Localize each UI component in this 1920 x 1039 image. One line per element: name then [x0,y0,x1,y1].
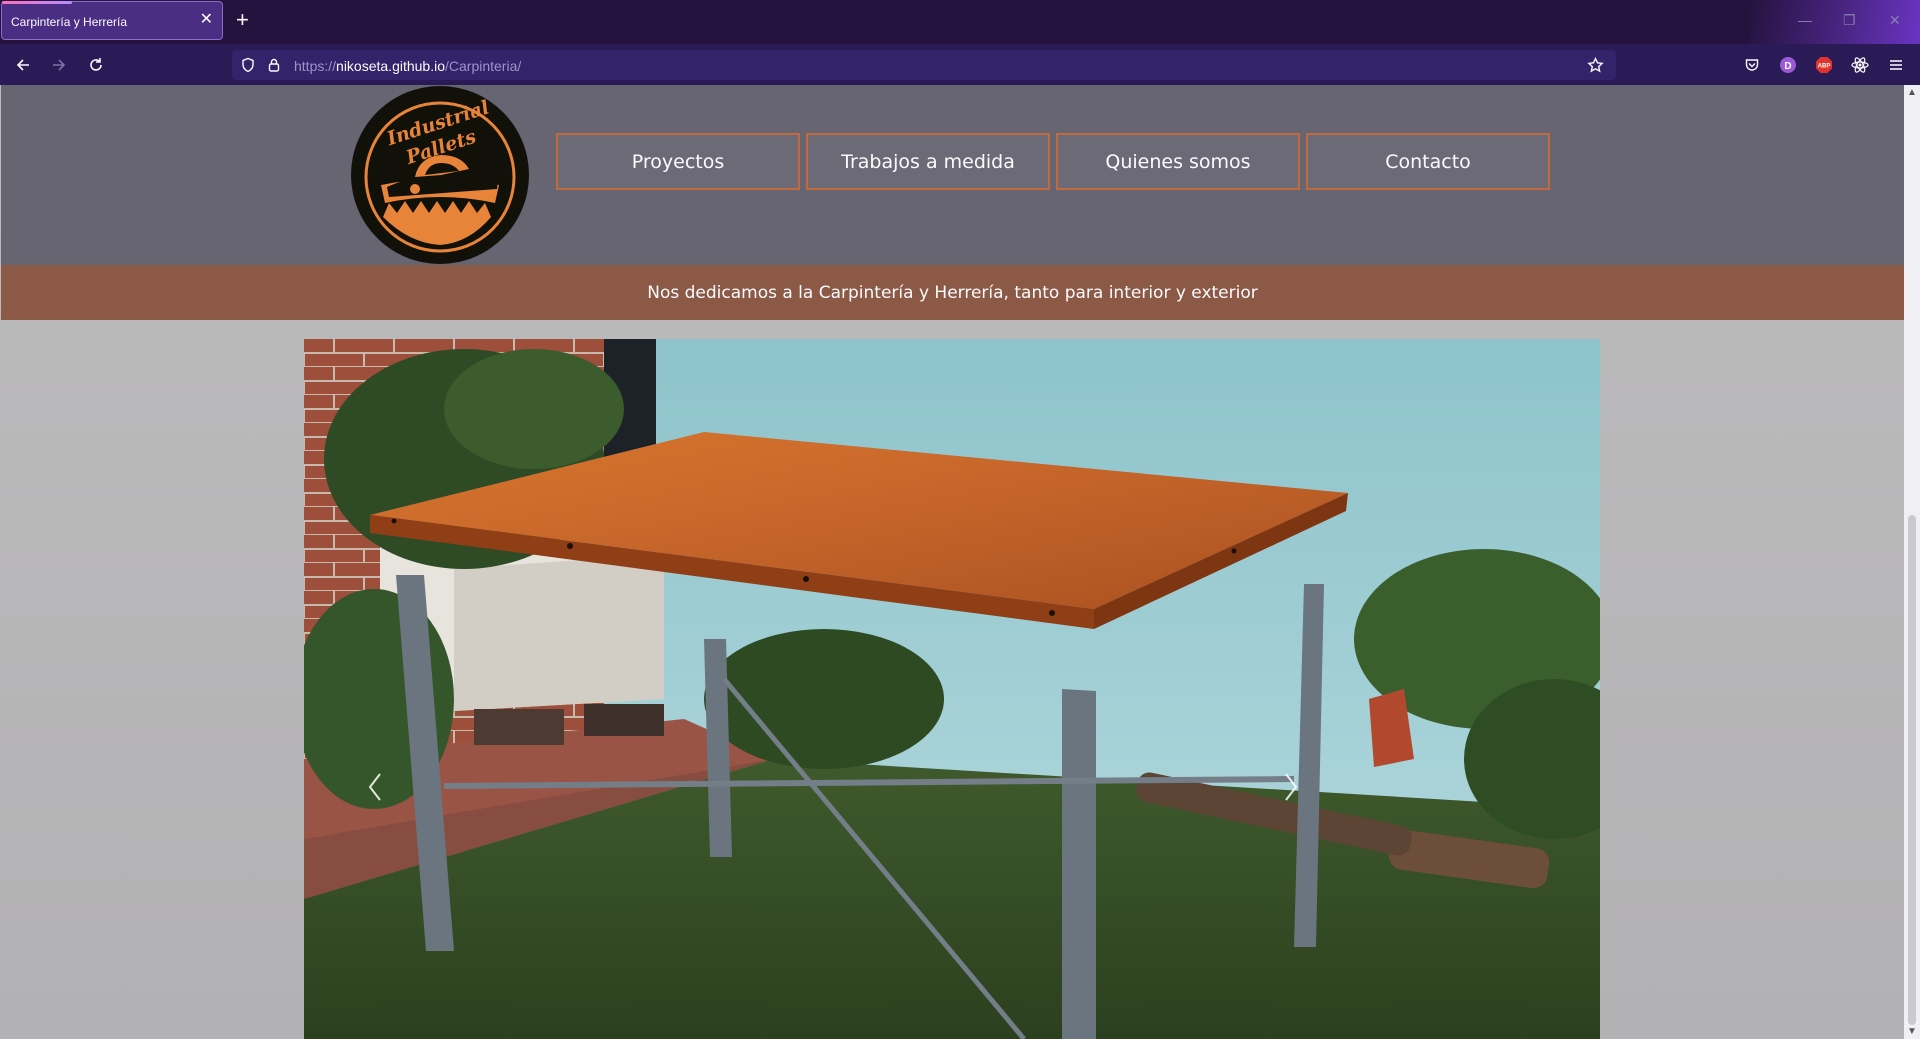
url-scheme: https:// [294,58,337,74]
tab-active-indicator [2,1,72,4]
menu-item-contacto[interactable]: Contacto [1306,133,1550,190]
scrollbar-thumb[interactable] [1908,515,1916,1025]
close-window-icon[interactable]: ✕ [1889,12,1901,29]
arrow-left-icon [16,59,29,71]
main-menu: Proyectos Trabajos a medida Quienes somo… [556,133,1550,190]
back-button[interactable] [12,54,34,76]
address-bar[interactable]: https://nikoseta.github.io/Carpinteria/ [232,50,1616,80]
shield-icon[interactable] [240,57,256,73]
carousel-next-button[interactable] [1276,767,1306,807]
tab-close-icon[interactable]: ✕ [200,12,213,28]
tab-title: Carpintería y Herrería [11,15,128,29]
d-extension-icon[interactable]: D [1778,55,1798,75]
logo-graphic: Industrial Pallets [351,86,529,264]
arrow-right-icon [53,59,66,71]
chevron-left-icon [368,773,381,801]
lock-icon[interactable] [266,57,282,73]
menu-item-proyectos[interactable]: Proyectos [556,133,800,190]
new-tab-icon[interactable]: + [236,9,249,31]
restore-icon[interactable]: ❐ [1843,12,1856,29]
page-viewport: Industrial Pallets Proyectos Trabajos a … [0,85,1920,1039]
url-text[interactable]: https://nikoseta.github.io/Carpinteria/ [294,58,521,74]
pocket-icon[interactable] [1742,55,1762,75]
react-devtools-icon[interactable] [1850,55,1870,75]
svg-text:D: D [1784,61,1791,72]
menu-item-quienes-somos[interactable]: Quienes somos [1056,133,1300,190]
image-carousel[interactable] [304,339,1600,1039]
site-logo[interactable]: Industrial Pallets [349,85,531,265]
chevron-right-icon [1285,773,1298,801]
reload-icon [90,58,102,71]
browser-tab[interactable]: Carpintería y Herrería ✕ [1,1,223,40]
reload-button[interactable] [85,54,107,76]
minimize-icon[interactable]: — [1798,12,1812,28]
carousel-prev-button[interactable] [360,767,390,807]
carousel-photo-table [304,339,1600,1039]
svg-text:ABP: ABP [1818,64,1831,70]
browser-titlebar: Carpintería y Herrería ✕ + — ❐ ✕ [0,0,1920,44]
forward-button[interactable] [48,54,70,76]
hamburger-menu-icon[interactable] [1886,55,1906,75]
scroll-down-icon[interactable]: ▼ [1907,1026,1917,1037]
star-icon[interactable] [1587,57,1604,74]
tagline-banner: Nos dedicamos a la Carpintería y Herrerí… [1,265,1904,320]
browser-toolbar: https://nikoseta.github.io/Carpinteria/ … [0,44,1920,85]
site-header: Industrial Pallets Proyectos Trabajos a … [1,85,1904,265]
url-path: /Carpinteria/ [445,58,522,74]
page-scrollbar[interactable]: ▲ ▼ [1904,85,1920,1039]
url-host: nikoseta.github.io [336,58,445,74]
adblock-icon[interactable]: ABP [1814,55,1834,75]
menu-item-trabajos-a-medida[interactable]: Trabajos a medida [806,133,1050,190]
scroll-up-icon[interactable]: ▲ [1907,87,1917,98]
